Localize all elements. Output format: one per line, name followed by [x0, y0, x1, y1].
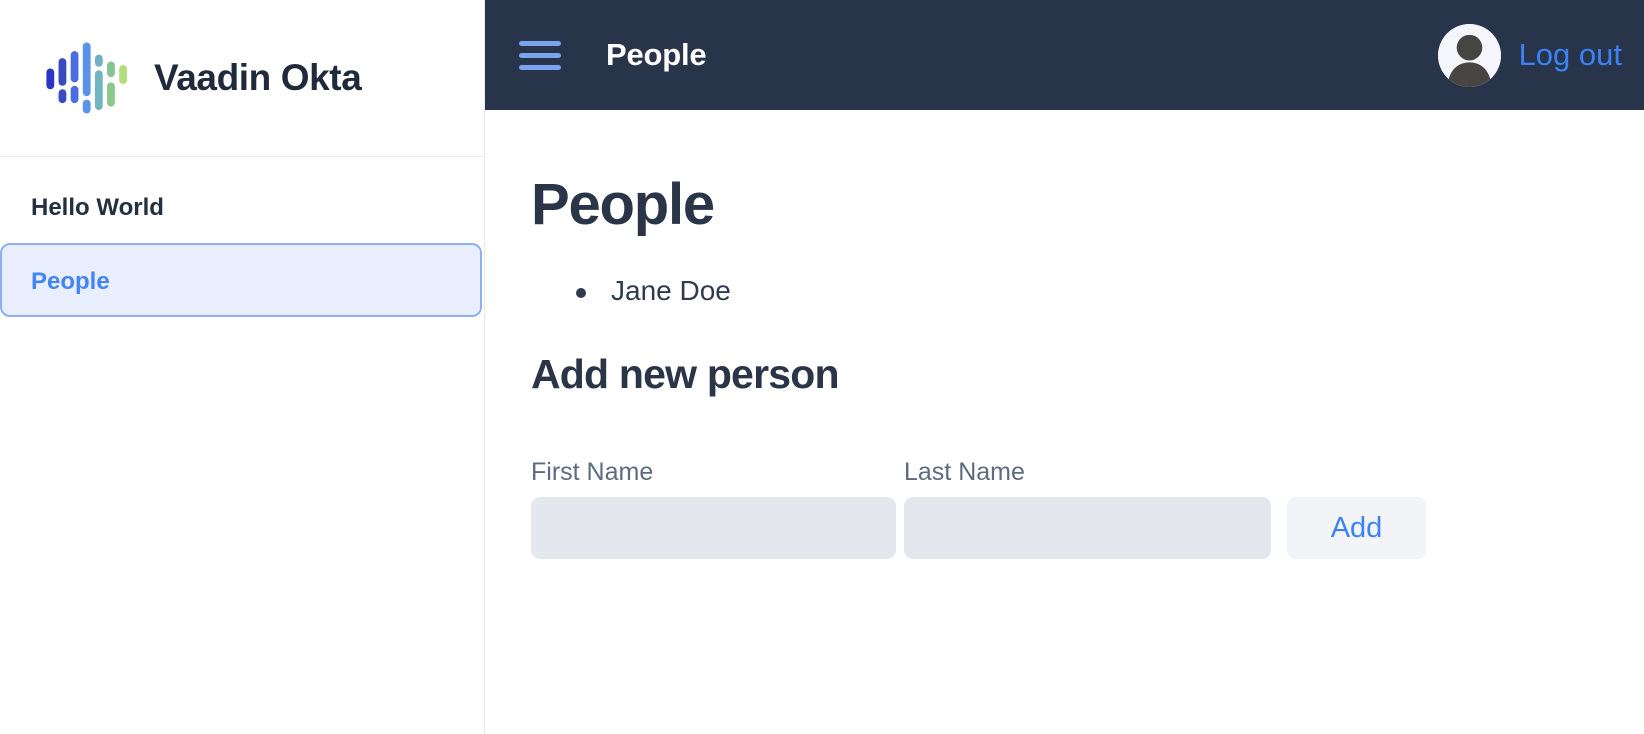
logo-bar-10: [107, 61, 115, 78]
first-name-field-group: First Name: [531, 457, 896, 559]
hamburger-bar-2: [519, 52, 561, 58]
add-person-button[interactable]: Add: [1287, 496, 1426, 559]
logo-bar-1: [46, 68, 55, 90]
first-name-input[interactable]: [531, 496, 896, 559]
main-area: People Log out People Jane Doe Add new p…: [485, 0, 1644, 734]
logo-bar-5: [70, 85, 79, 104]
logo-bar-2: [58, 58, 67, 86]
last-name-label: Last Name: [904, 457, 1025, 486]
hamburger-menu-icon[interactable]: [519, 34, 561, 76]
top-bar-title: People: [606, 37, 707, 72]
logo-bar-11: [107, 82, 115, 107]
sidebar-item-hello-world[interactable]: Hello World: [0, 169, 482, 243]
logo-bar-4: [70, 51, 79, 83]
content-area: People Jane Doe Add new person First Nam…: [485, 110, 1644, 734]
logo-bar-3: [58, 89, 67, 104]
people-list: Jane Doe: [531, 272, 1644, 310]
logo-bar-12: [119, 65, 127, 85]
last-name-input[interactable]: [904, 496, 1271, 559]
sidebar: Vaadin Okta Hello World People: [0, 0, 485, 734]
user-avatar-icon[interactable]: [1437, 23, 1501, 87]
logo-bar-7: [82, 99, 91, 114]
last-name-field-group: Last Name: [904, 457, 1271, 559]
brand-header[interactable]: Vaadin Okta: [0, 0, 484, 157]
brand-name: Vaadin Okta: [154, 57, 362, 98]
hamburger-bar-3: [519, 64, 561, 70]
add-person-form: First Name Last Name Add: [531, 457, 1644, 559]
first-name-label: First Name: [531, 457, 654, 486]
vaadin-waveform-logo-icon: [46, 42, 127, 114]
sidebar-item-people[interactable]: People: [0, 243, 482, 317]
hamburger-bar-1: [519, 40, 561, 46]
add-person-section-title: Add new person: [531, 350, 840, 397]
app-root: Vaadin Okta Hello World People People Lo…: [0, 0, 1644, 734]
top-bar: People Log out: [485, 0, 1644, 110]
sidebar-nav: Hello World People: [0, 157, 484, 317]
logo-bar-6: [82, 42, 91, 97]
logo-bar-9: [94, 70, 103, 111]
page-title: People: [531, 172, 715, 237]
top-bar-user-area: Log out: [1437, 23, 1644, 87]
list-item: Jane Doe: [531, 272, 1644, 310]
logo-bar-8: [94, 54, 103, 67]
logout-link[interactable]: Log out: [1519, 37, 1622, 73]
